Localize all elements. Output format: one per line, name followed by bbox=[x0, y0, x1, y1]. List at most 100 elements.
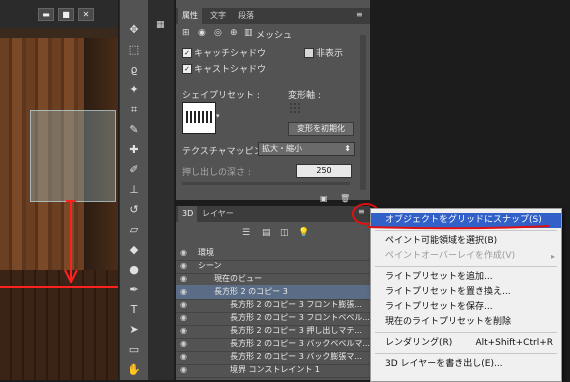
coordinates-icon[interactable]: ⊕ bbox=[230, 28, 238, 38]
menu-item-label: ペイント可能領域を選択(B) bbox=[385, 236, 498, 246]
cap-icon[interactable]: ◎ bbox=[214, 28, 222, 38]
menu-item[interactable]: ライトプリセットを保存... bbox=[371, 300, 561, 315]
menu-item[interactable]: ライトプリセットを追加... bbox=[371, 270, 561, 285]
menu-item[interactable]: ライトプリセットを置き換え... bbox=[371, 285, 561, 300]
cast-shadow-label: キャストシャドウ bbox=[194, 65, 267, 75]
move-tool-icon[interactable]: ✥ bbox=[124, 20, 144, 40]
texture-mapping-value: 拡大・縮小 bbox=[262, 144, 302, 153]
maximize-button[interactable]: ■ bbox=[58, 8, 74, 21]
eyedropper-tool-icon[interactable]: ✎ bbox=[124, 120, 144, 140]
menu-item[interactable]: 3D レイヤーを書き出し(E)... bbox=[371, 357, 561, 372]
tools-panel: ✥ ⬚ ϱ ✦ ⌗ ✎ ✚ ✐ ⊥ ↺ ▱ ◆ ● ✒ T ➤ ▭ ✋ bbox=[119, 0, 149, 380]
deform-icon[interactable]: ◉ bbox=[198, 28, 206, 38]
scene-tree-row-label: 境界 コンストレイント 1 bbox=[230, 365, 321, 374]
minimize-button[interactable]: ▬ bbox=[38, 8, 54, 21]
visibility-eye-icon[interactable]: ◉ bbox=[180, 248, 187, 257]
panel-icon[interactable]: ▦ bbox=[156, 20, 165, 30]
pen-tool-icon[interactable]: ✒ bbox=[124, 280, 144, 300]
scene-tree-row[interactable]: ◉ 境界 コンストレイント 1 bbox=[176, 363, 370, 378]
extrusion-depth-label: 押し出しの深さ : bbox=[182, 168, 251, 178]
visibility-eye-icon[interactable]: ◉ bbox=[180, 274, 187, 283]
scene-filter-icon[interactable]: ☰ bbox=[242, 228, 250, 238]
visibility-eye-icon[interactable]: ◉ bbox=[180, 352, 187, 361]
menu-item[interactable]: 現在のライトプリセットを削除 bbox=[371, 315, 561, 330]
tab-properties[interactable]: 属性 bbox=[178, 8, 202, 24]
mesh-label: メッシュ bbox=[256, 31, 293, 41]
menu-item[interactable]: レンダリング(R) Alt+Shift+Ctrl+R bbox=[371, 336, 561, 351]
visibility-eye-icon[interactable]: ◉ bbox=[180, 261, 187, 270]
select-arrow-icon: ⬍ bbox=[344, 144, 351, 153]
properties-scrollbar[interactable] bbox=[360, 35, 366, 190]
camera-icon[interactable]: ▣ bbox=[320, 194, 328, 203]
document-canvas[interactable]: ▬ ■ ✕ bbox=[0, 0, 118, 380]
3d-glass-object[interactable] bbox=[30, 110, 116, 202]
scene-tree-row-label: 長方形 2 のコピー 3 押し出しマテ... bbox=[230, 326, 362, 335]
marquee-tool-icon[interactable]: ⬚ bbox=[124, 40, 144, 60]
3d-panel: 3D レイヤー ☰ ▤ ◫ 💡 ◉ 環境 ◉ シーン ◉ 現在のビュー ◉ 長方形 2 のコピ… bbox=[176, 206, 370, 380]
tab-character[interactable]: 文字 bbox=[206, 8, 230, 24]
hand-tool-icon[interactable]: ✋ bbox=[124, 360, 144, 380]
tab-layers[interactable]: レイヤー bbox=[198, 206, 238, 222]
invisible-checkbox[interactable]: ✓ bbox=[304, 48, 314, 58]
annotation-underline bbox=[367, 225, 551, 230]
3d-tabbar: 3D レイヤー bbox=[176, 206, 370, 222]
visibility-eye-icon[interactable]: ◉ bbox=[180, 287, 187, 296]
scene-tree-row-label: 現在のビュー bbox=[214, 274, 262, 283]
mesh-filter-icon[interactable]: ▤ bbox=[262, 228, 271, 238]
material-filter-icon[interactable]: ◫ bbox=[280, 228, 289, 238]
mesh-icon[interactable]: ⊞ bbox=[182, 28, 190, 38]
chevron-down-icon[interactable]: ▾ bbox=[216, 112, 220, 120]
light-filter-icon[interactable]: 💡 bbox=[298, 228, 309, 238]
scene-tree-row-label: 長方形 2 のコピー 3 バック膨張マ... bbox=[230, 352, 362, 361]
clone-stamp-tool-icon[interactable]: ⊥ bbox=[124, 180, 144, 200]
visibility-eye-icon[interactable]: ◉ bbox=[180, 365, 187, 374]
trash-icon[interactable]: 🗑 bbox=[340, 194, 350, 203]
panel-menu-icon[interactable]: ≡ bbox=[358, 207, 365, 216]
lasso-tool-icon[interactable]: ϱ bbox=[124, 60, 144, 80]
3d-panel-flyout-menu: オブジェクトをグリッドにスナップ(S) ペイント可能領域を選択(B) ペイントオーバ… bbox=[370, 208, 562, 382]
crop-tool-icon[interactable]: ⌗ bbox=[124, 100, 144, 120]
extrusion-depth-input[interactable]: 250 bbox=[296, 164, 352, 178]
visibility-eye-icon[interactable]: ◉ bbox=[180, 339, 187, 348]
cast-shadow-checkbox[interactable]: ✓ bbox=[182, 64, 192, 74]
catch-shadow-checkbox[interactable]: ✓ bbox=[182, 48, 192, 58]
material-icon[interactable]: ▥ bbox=[244, 28, 253, 38]
history-brush-tool-icon[interactable]: ↺ bbox=[124, 200, 144, 220]
shape-preset-picker[interactable] bbox=[182, 102, 216, 134]
visibility-eye-icon[interactable]: ◉ bbox=[180, 326, 187, 335]
shape-preset-label: シェイプリセット : bbox=[182, 91, 260, 101]
tab-3d[interactable]: 3D bbox=[178, 206, 198, 222]
brush-tool-icon[interactable]: ✐ bbox=[124, 160, 144, 180]
healing-brush-tool-icon[interactable]: ✚ bbox=[124, 140, 144, 160]
deform-axis-grid-icon[interactable] bbox=[289, 102, 301, 114]
menu-separator bbox=[375, 353, 557, 354]
menu-item-shortcut: Alt+Shift+Ctrl+R bbox=[475, 338, 553, 348]
reset-deform-button[interactable]: 変形を初期化 bbox=[288, 122, 354, 136]
scene-tree-row-label: 環境 bbox=[198, 248, 214, 257]
path-selection-tool-icon[interactable]: ➤ bbox=[124, 320, 144, 340]
magic-wand-tool-icon[interactable]: ✦ bbox=[124, 80, 144, 100]
tab-paragraph[interactable]: 段落 bbox=[234, 8, 258, 24]
type-tool-icon[interactable]: T bbox=[124, 300, 144, 320]
paint-bucket-tool-icon[interactable]: ◆ bbox=[124, 240, 144, 260]
blur-tool-icon[interactable]: ● bbox=[124, 260, 144, 280]
menu-item-label: 現在のライトプリセットを削除 bbox=[385, 317, 512, 327]
close-button[interactable]: ✕ bbox=[78, 8, 94, 21]
eraser-tool-icon[interactable]: ▱ bbox=[124, 220, 144, 240]
menu-item[interactable]: ペイント可能領域を選択(B) bbox=[371, 234, 561, 249]
collapsed-panel-strip: ▦ bbox=[148, 0, 174, 380]
panel-menu-icon[interactable]: ≡ bbox=[356, 10, 363, 19]
scene-tree-row-label: 長方形 2 のコピー 3 フロントベベル... bbox=[230, 313, 370, 322]
menu-item-label: 3D レイヤーを書き出し(E)... bbox=[385, 359, 503, 369]
scene-tree-row-label: シーン bbox=[198, 261, 222, 270]
menu-separator bbox=[375, 332, 557, 333]
visibility-eye-icon[interactable]: ◉ bbox=[180, 313, 187, 322]
invisible-label: 非表示 bbox=[316, 49, 344, 59]
texture-mapping-select[interactable]: 拡大・縮小 ⬍ bbox=[258, 142, 355, 156]
scene-tree-row-label: 長方形 2 のコピー 3 bbox=[214, 287, 288, 296]
scene-tree-row-label: 長方形 2 のコピー 3 フロント膨張... bbox=[230, 300, 362, 309]
extrusion-depth-slider[interactable] bbox=[182, 182, 350, 185]
shape-tool-icon[interactable]: ▭ bbox=[124, 340, 144, 360]
visibility-eye-icon[interactable]: ◉ bbox=[180, 300, 187, 309]
properties-tabbar: 属性 文字 段落 ≡ bbox=[176, 8, 370, 24]
